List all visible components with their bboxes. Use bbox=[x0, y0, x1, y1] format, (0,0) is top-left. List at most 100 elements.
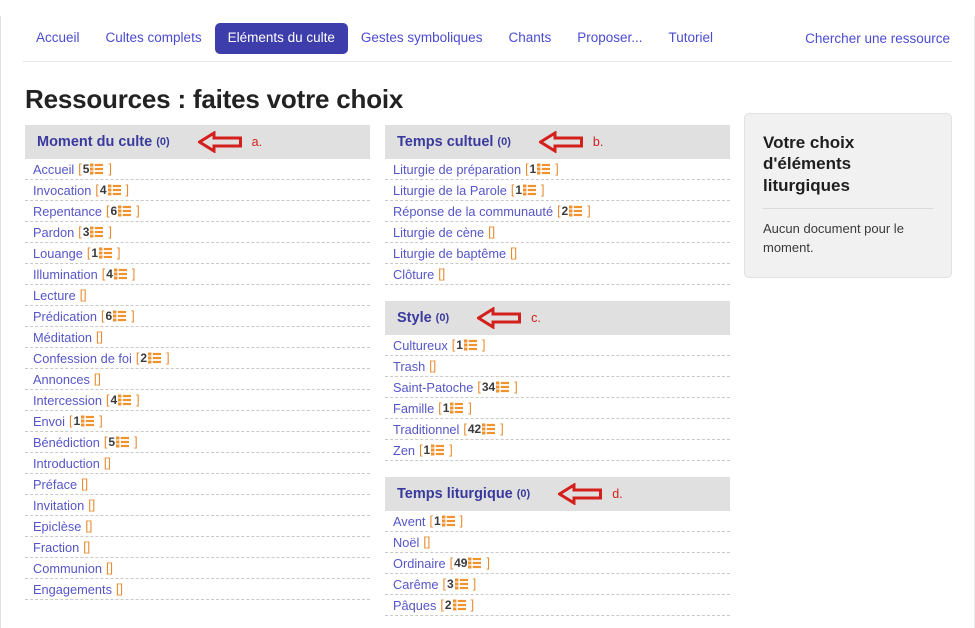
bracket-open: [ bbox=[106, 204, 110, 218]
item-label[interactable]: Clôture bbox=[393, 267, 434, 282]
item-label[interactable]: Méditation bbox=[33, 330, 92, 345]
item-label[interactable]: Pardon bbox=[33, 225, 74, 240]
item-label[interactable]: Illumination bbox=[33, 267, 98, 282]
list-item[interactable]: Noël[] bbox=[385, 532, 730, 553]
section-header-temps-liturgique[interactable]: Temps liturgique (0) d. bbox=[385, 477, 730, 511]
item-label[interactable]: Prédication bbox=[33, 309, 97, 324]
item-label[interactable]: Zen bbox=[393, 443, 415, 458]
list-item[interactable]: Illumination[4] bbox=[25, 264, 370, 285]
list-item[interactable]: Prédication [6] bbox=[25, 306, 370, 327]
item-label[interactable]: Accueil bbox=[33, 162, 74, 177]
list-item[interactable]: Liturgie de la Parole[1] bbox=[385, 180, 730, 201]
nav-item-proposer[interactable]: Proposer... bbox=[564, 23, 655, 53]
bracket-close: ] bbox=[472, 577, 477, 591]
left-arrow-annotation-icon bbox=[558, 483, 603, 505]
bracket-close: ] bbox=[108, 162, 112, 176]
search-resource-link[interactable]: Chercher une ressource bbox=[792, 24, 952, 53]
list-item[interactable]: Carême[3] bbox=[385, 574, 730, 595]
list-item[interactable]: Traditionnel [42] bbox=[385, 419, 730, 440]
item-label[interactable]: Préface bbox=[33, 477, 77, 492]
nav-item-el-ments-du-culte[interactable]: Eléments du culte bbox=[214, 23, 348, 54]
list-item[interactable]: Saint-Patoche [34] bbox=[385, 377, 730, 398]
list-item[interactable]: Avent[1] bbox=[385, 511, 730, 532]
list-item[interactable]: Liturgie de cène[] bbox=[385, 222, 730, 243]
nav-item-cultes-complets[interactable]: Cultes complets bbox=[93, 23, 215, 53]
list-item[interactable]: Trash[] bbox=[385, 356, 730, 377]
list-item[interactable]: Zen [1] bbox=[385, 440, 730, 461]
list-item[interactable]: Confession de foi[2] bbox=[25, 348, 370, 369]
nav-item-accueil[interactable]: Accueil bbox=[23, 23, 93, 53]
list-icon bbox=[90, 163, 104, 175]
item-label[interactable]: Bénédiction bbox=[33, 435, 100, 450]
item-label[interactable]: Liturgie de préparation bbox=[393, 162, 521, 177]
item-label[interactable]: Traditionnel bbox=[393, 422, 459, 437]
list-item[interactable]: Ordinaire[49] bbox=[385, 553, 730, 574]
list-item[interactable]: Envoi [1] bbox=[25, 411, 370, 432]
item-label[interactable]: Liturgie de cène bbox=[393, 225, 484, 240]
list-item[interactable]: Louange[1] bbox=[25, 243, 370, 264]
nav-item-tutoriel[interactable]: Tutoriel bbox=[656, 23, 727, 53]
item-label[interactable]: Saint-Patoche bbox=[393, 380, 473, 395]
list-item[interactable]: Invocation [4] bbox=[25, 180, 370, 201]
item-count: 3 bbox=[447, 577, 454, 591]
list-item[interactable]: Epiclèse[] bbox=[25, 516, 370, 537]
list-item[interactable]: Annonces[] bbox=[25, 369, 370, 390]
list-item[interactable]: Clôture[] bbox=[385, 264, 730, 285]
item-label[interactable]: Noël bbox=[393, 535, 419, 550]
list-item[interactable]: Liturgie de préparation [1] bbox=[385, 159, 730, 180]
item-label[interactable]: Lecture bbox=[33, 288, 76, 303]
list-item[interactable]: Introduction[] bbox=[25, 453, 370, 474]
item-label[interactable]: Cultureux bbox=[393, 338, 448, 353]
nav-item-chants[interactable]: Chants bbox=[495, 23, 564, 53]
item-label[interactable]: Famille bbox=[393, 401, 434, 416]
section-selected-count: (0) bbox=[435, 312, 450, 324]
list-item[interactable]: Intercession [4] bbox=[25, 390, 370, 411]
list-item[interactable]: Préface[] bbox=[25, 474, 370, 495]
list-item[interactable]: Engagements[] bbox=[25, 579, 370, 600]
item-label[interactable]: Epiclèse bbox=[33, 519, 81, 534]
list-item[interactable]: Liturgie de baptême[] bbox=[385, 243, 730, 264]
list-item[interactable]: Réponse de la communauté [2] bbox=[385, 201, 730, 222]
section-header-moment-du-culte[interactable]: Moment du culte (0) a. bbox=[25, 125, 370, 159]
item-count: 1 bbox=[456, 338, 463, 352]
list-item[interactable]: Bénédiction[5] bbox=[25, 432, 370, 453]
item-label[interactable]: Confession de foi bbox=[33, 351, 132, 366]
list-item[interactable]: Accueil [5] bbox=[25, 159, 370, 180]
list-item[interactable]: Lecture[] bbox=[25, 285, 370, 306]
item-label[interactable]: Carême bbox=[393, 577, 439, 592]
list-item[interactable]: Cultureux[1] bbox=[385, 335, 730, 356]
item-label[interactable]: Ordinaire bbox=[393, 556, 446, 571]
list-item[interactable]: Communion[] bbox=[25, 558, 370, 579]
list-item[interactable]: Invitation[] bbox=[25, 495, 370, 516]
item-label[interactable]: Introduction bbox=[33, 456, 100, 471]
item-label[interactable]: Louange bbox=[33, 246, 83, 261]
item-label[interactable]: Trash bbox=[393, 359, 425, 374]
item-label[interactable]: Pâques bbox=[393, 598, 436, 613]
item-label[interactable]: Liturgie de la Parole bbox=[393, 183, 507, 198]
bracket-open: [ bbox=[419, 443, 423, 457]
item-label[interactable]: Communion bbox=[33, 561, 102, 576]
item-label[interactable]: Intercession bbox=[33, 393, 102, 408]
item-label[interactable]: Invitation bbox=[33, 498, 84, 513]
section-header-temps-cultuel[interactable]: Temps cultuel (0) b. bbox=[385, 125, 730, 159]
list-item[interactable]: Méditation[] bbox=[25, 327, 370, 348]
item-label[interactable]: Repentance bbox=[33, 204, 102, 219]
list-item[interactable]: Pardon [3] bbox=[25, 222, 370, 243]
item-label[interactable]: Liturgie de baptême bbox=[393, 246, 506, 261]
list-item[interactable]: Famille [1] bbox=[385, 398, 730, 419]
list-item[interactable]: Pâques [2] bbox=[385, 595, 730, 616]
item-label[interactable]: Réponse de la communauté bbox=[393, 204, 553, 219]
item-label[interactable]: Envoi bbox=[33, 414, 65, 429]
section-header-style[interactable]: Style (0) c. bbox=[385, 301, 730, 335]
item-label[interactable]: Invocation bbox=[33, 183, 91, 198]
item-label[interactable]: Annonces bbox=[33, 372, 90, 387]
nav-item-gestes-symboliques[interactable]: Gestes symboliques bbox=[348, 23, 496, 53]
list-item[interactable]: Repentance [6] bbox=[25, 201, 370, 222]
item-label[interactable]: Fraction bbox=[33, 540, 79, 555]
list-item[interactable]: Fraction[] bbox=[25, 537, 370, 558]
bracket-close: ] bbox=[432, 359, 437, 373]
item-label[interactable]: Avent bbox=[393, 514, 426, 529]
item-count: 6 bbox=[105, 309, 113, 323]
annotation-letter: c. bbox=[531, 311, 541, 325]
item-label[interactable]: Engagements bbox=[33, 582, 112, 597]
